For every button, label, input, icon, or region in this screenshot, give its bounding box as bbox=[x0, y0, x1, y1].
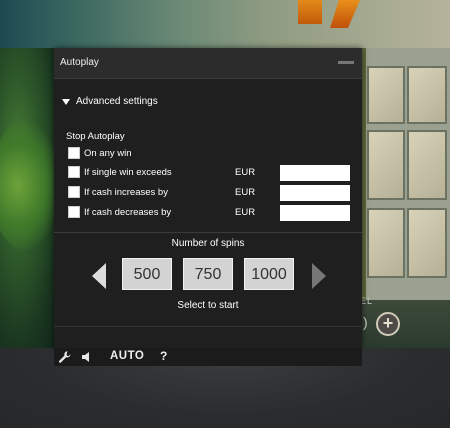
number-of-spins-label: Number of spins bbox=[171, 238, 245, 249]
reel-tile bbox=[367, 208, 405, 278]
advanced-settings-label: Advanced settings bbox=[76, 96, 158, 107]
currency-label: EUR bbox=[235, 167, 256, 178]
arrow-left-icon[interactable] bbox=[92, 263, 106, 289]
section-divider bbox=[54, 232, 362, 233]
spins-750-button[interactable]: 750 bbox=[183, 258, 233, 290]
help-button[interactable]: ? bbox=[160, 349, 167, 363]
currency-label: EUR bbox=[235, 187, 256, 198]
option-label: On any win bbox=[84, 148, 132, 159]
dialog-header: Autoplay bbox=[54, 48, 362, 79]
select-to-start-label: Select to start bbox=[177, 300, 239, 311]
currency-label: EUR bbox=[235, 207, 256, 218]
stop-autoplay-label: Stop Autoplay bbox=[66, 131, 125, 142]
option-label: If cash decreases by bbox=[84, 207, 172, 218]
minimize-button[interactable] bbox=[338, 61, 354, 64]
autoplay-dialog: Autoplay Advanced settings Stop Autoplay… bbox=[54, 48, 362, 348]
cash-decreases-input[interactable] bbox=[280, 205, 350, 221]
cash-increases-input[interactable] bbox=[280, 185, 350, 201]
dialog-title: Autoplay bbox=[60, 57, 99, 68]
spins-1000-button[interactable]: 1000 bbox=[244, 258, 294, 290]
option-label: If cash increases by bbox=[84, 187, 168, 198]
on-any-win-checkbox[interactable] bbox=[68, 147, 80, 159]
single-win-exceeds-checkbox[interactable] bbox=[68, 166, 80, 178]
increase-bet-button[interactable]: + bbox=[376, 312, 400, 336]
single-win-exceeds-input[interactable] bbox=[280, 165, 350, 181]
reel-tile bbox=[367, 66, 405, 124]
top-sky-band bbox=[0, 0, 450, 48]
speaker-icon[interactable] bbox=[80, 350, 94, 364]
reel-tile bbox=[407, 66, 447, 124]
reel-tile bbox=[367, 130, 405, 200]
reel-tile bbox=[407, 130, 447, 200]
dialog-bottom-line bbox=[54, 326, 362, 327]
cash-increases-checkbox[interactable] bbox=[68, 186, 80, 198]
spins-500-button[interactable]: 500 bbox=[122, 258, 172, 290]
arrow-right-icon[interactable] bbox=[312, 263, 326, 289]
paren-glyph: ) bbox=[363, 314, 368, 330]
game-toolbar: AUTO ? bbox=[54, 348, 362, 366]
wrench-icon[interactable] bbox=[58, 350, 72, 364]
reel-tile bbox=[407, 208, 447, 278]
option-label: If single win exceeds bbox=[84, 167, 172, 178]
cash-decreases-checkbox[interactable] bbox=[68, 206, 80, 218]
triangle-down-icon bbox=[62, 98, 70, 105]
auto-button[interactable]: AUTO bbox=[110, 350, 144, 362]
advanced-settings-toggle[interactable]: Advanced settings bbox=[62, 96, 158, 110]
